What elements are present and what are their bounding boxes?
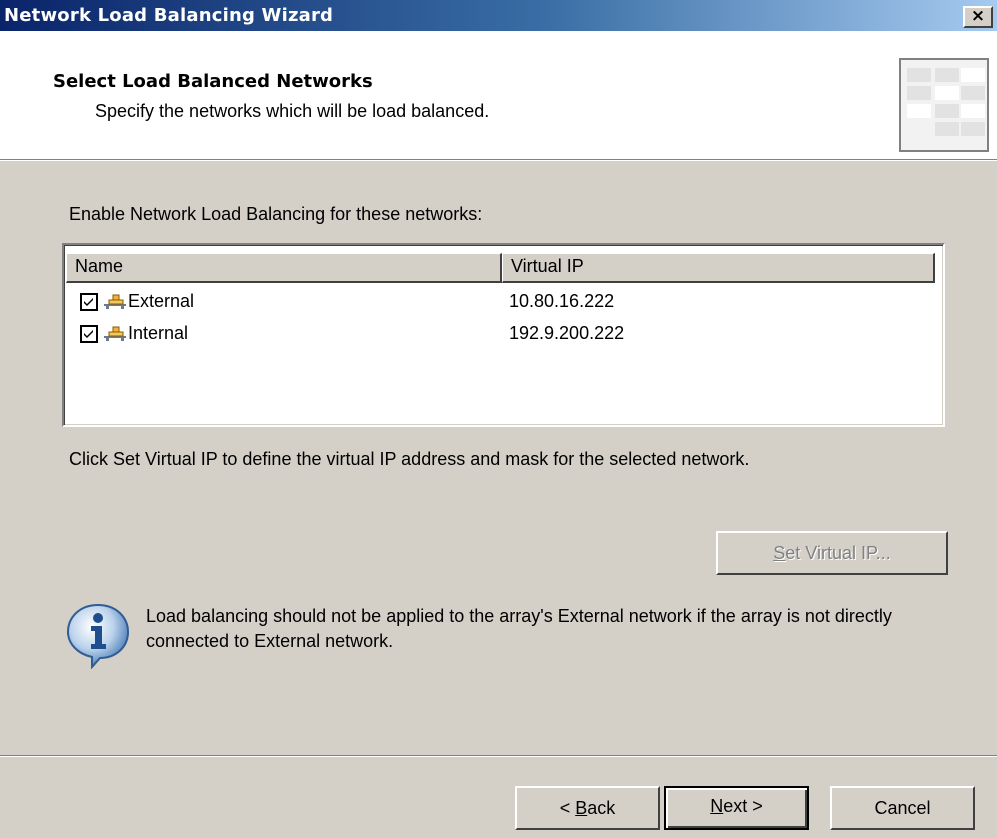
network-name: External [128,291,195,311]
cancel-button[interactable]: Cancel [830,786,975,830]
close-button[interactable]: × [963,6,993,28]
column-header-name[interactable]: Name [66,253,502,283]
virtual-ip-value: 10.80.16.222 [509,291,615,311]
checkbox-external[interactable] [80,293,98,311]
page-title: Select Load Balanced Networks [53,71,373,92]
set-virtual-ip-button[interactable]: Set Virtual IP... [716,531,948,575]
set-vip-hint: Click Set Virtual IP to define the virtu… [69,449,750,469]
close-icon: × [970,6,986,26]
info-icon [66,603,130,669]
list-item-internal[interactable]: Internal 192.9.200.222 [64,319,943,351]
checkbox-internal[interactable] [80,325,98,343]
next-button[interactable]: Next > [664,786,809,830]
info-message: Load balancing should not be applied to … [146,606,892,651]
page-subtitle: Specify the networks which will be load … [95,101,490,121]
title-bar: Network Load Balancing Wizard × [0,0,997,31]
wizard-header: Select Load Balanced Networks Specify th… [0,31,997,159]
checkmark-icon [84,330,93,338]
virtual-ip-value: 192.9.200.222 [509,323,625,343]
column-header-virtual-ip[interactable]: Virtual IP [502,253,935,283]
back-button[interactable]: < Back [515,786,660,830]
window-title: Network Load Balancing Wizard [4,5,334,26]
network-icon [104,326,126,341]
network-list[interactable]: Name Virtual IP External 10.80.16.222 In… [62,243,945,427]
enable-label: Enable Network Load Balancing for these … [69,204,483,224]
network-name: Internal [128,323,189,343]
list-item-external[interactable]: External 10.80.16.222 [64,287,943,319]
checkmark-icon [84,298,93,306]
wizard-logo-icon [899,58,989,152]
network-icon [104,294,126,309]
